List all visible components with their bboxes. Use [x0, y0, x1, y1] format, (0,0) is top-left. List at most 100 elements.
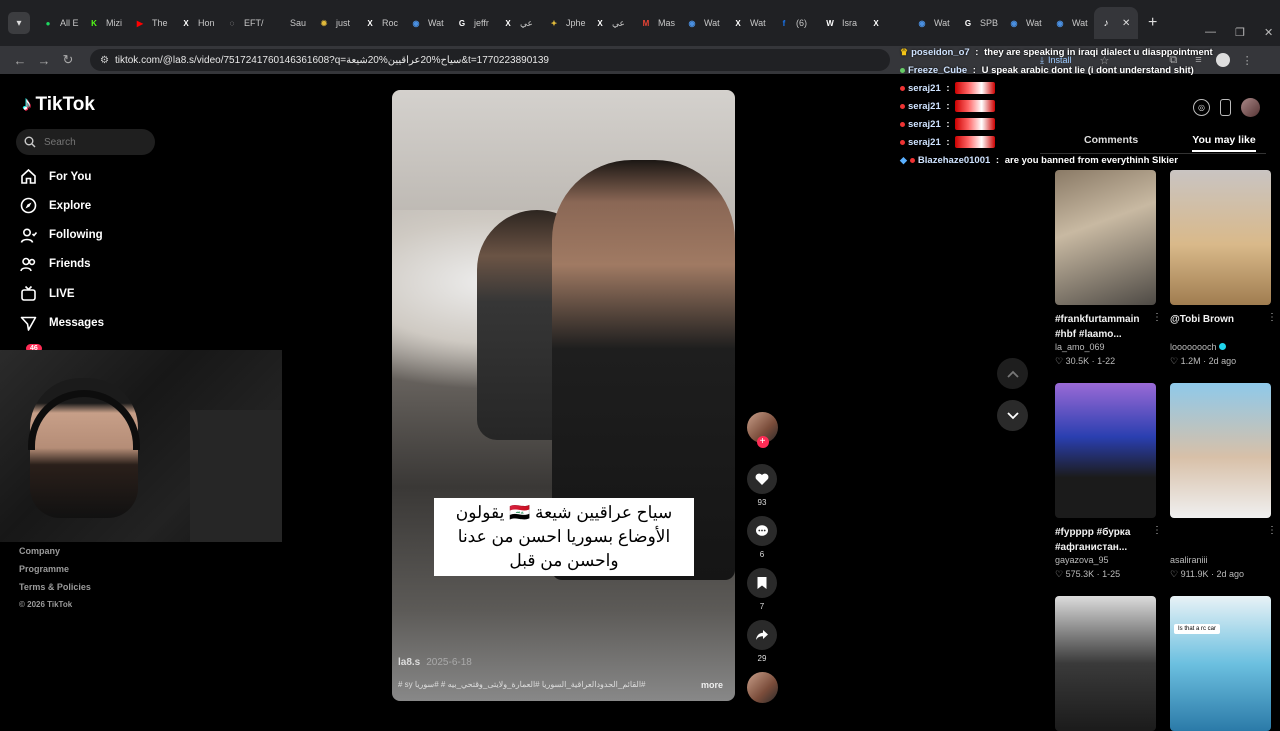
comment-button[interactable]: 6: [745, 516, 779, 559]
save-button[interactable]: 7: [745, 568, 779, 611]
more-options-icon[interactable]: ⋮: [1152, 525, 1162, 536]
browser-tab[interactable]: ● All E: [36, 7, 82, 39]
reload-icon[interactable]: ↻: [56, 52, 80, 68]
footer-company-link[interactable]: Company: [19, 542, 91, 560]
browser-tab[interactable]: G SPB: [956, 7, 1002, 39]
browser-tab[interactable]: X Wat: [726, 7, 772, 39]
browser-tab[interactable]: K Mizi: [82, 7, 128, 39]
browser-tab[interactable]: W Isra: [818, 7, 864, 39]
compass-icon: [20, 197, 37, 214]
share-button[interactable]: 29: [745, 620, 779, 663]
nav-item-following[interactable]: Following: [20, 227, 103, 244]
more-button[interactable]: more: [701, 680, 723, 690]
back-icon[interactable]: ←: [8, 53, 32, 68]
browser-tab[interactable]: ◉ Wat: [680, 7, 726, 39]
card-title[interactable]: [1170, 525, 1271, 555]
video-thumbnail[interactable]: [1170, 170, 1271, 305]
user-badge-icon: [900, 139, 905, 145]
chat-emote: [955, 82, 996, 94]
forward-icon[interactable]: →: [32, 53, 56, 68]
browser-tab[interactable]: ✦ Jphe: [542, 7, 588, 39]
video-thumbnail[interactable]: [1055, 170, 1156, 305]
minimize-icon[interactable]: —: [1205, 26, 1216, 38]
browser-tab[interactable]: f (6): [772, 7, 818, 39]
k-icon: K: [91, 18, 97, 28]
watch-icon: ◉: [918, 18, 926, 28]
browser-tab[interactable]: ▶ The: [128, 7, 174, 39]
follow-plus-icon[interactable]: +: [756, 436, 769, 448]
browser-tab[interactable]: ✹ just: [312, 7, 358, 39]
browser-tab[interactable]: Sau: [266, 7, 312, 39]
browser-tab[interactable]: X Hon: [174, 7, 220, 39]
browser-tab[interactable]: ◌ EFT/: [220, 7, 266, 39]
video-thumbnail[interactable]: Is that a rc car: [1170, 596, 1271, 731]
tiktok-logo[interactable]: ♪ TikTok: [22, 94, 95, 116]
browser-tab[interactable]: Gjeffr: [450, 7, 496, 39]
video-hashtags[interactable]: #القائم_الحدودالعراقية_السوريا #العمارة_…: [398, 680, 668, 689]
stream-chat-overlay: ♛ poseidon_o7 : they are speaking in iraq…: [900, 43, 1240, 169]
nav-item-explore[interactable]: Explore: [20, 197, 91, 214]
tab-search-button[interactable]: ▾: [8, 12, 30, 34]
browser-tab[interactable]: M Mas: [634, 7, 680, 39]
card-author[interactable]: loooooooch: [1170, 342, 1271, 352]
browser-menu-icon[interactable]: ⋮: [1242, 54, 1253, 67]
watch-icon: ◉: [1056, 18, 1064, 28]
new-tab-button[interactable]: +: [1148, 14, 1157, 32]
browser-tab[interactable]: ◉ Wat: [404, 7, 450, 39]
browser-tab[interactable]: ◉ Wat: [1048, 7, 1094, 39]
author-avatar-button[interactable]: +: [745, 412, 779, 448]
video-thumbnail[interactable]: [1055, 383, 1156, 518]
heart-outline-icon: ♡: [1055, 356, 1064, 366]
card-title[interactable]: @Tobi Brown: [1170, 312, 1271, 342]
more-options-icon[interactable]: ⋮: [1267, 312, 1277, 323]
maximize-icon[interactable]: ❐: [1235, 26, 1245, 39]
heart-outline-icon: ♡: [1170, 569, 1179, 579]
browser-tab[interactable]: X: [864, 7, 910, 39]
previous-video-button[interactable]: [997, 358, 1028, 389]
tab-tiktok-active[interactable]: ♪ ✕: [1094, 7, 1138, 39]
recommended-video-card[interactable]: [1055, 596, 1156, 731]
nav-item-live[interactable]: LIVE: [20, 285, 75, 302]
site-info-icon[interactable]: ⚙: [100, 55, 109, 66]
like-button[interactable]: 93: [745, 464, 779, 507]
browser-tab[interactable]: X Roc: [358, 7, 404, 39]
card-author[interactable]: la_amo_069: [1055, 342, 1156, 352]
recommended-video-card[interactable]: #frankfurtammain #hbf #laamo... la_amo_06…: [1055, 170, 1162, 367]
google-icon: G: [964, 18, 972, 28]
browser-tab[interactable]: ◉ Wat: [910, 7, 956, 39]
video-author[interactable]: la8.s 2025-6-18: [398, 657, 472, 668]
card-title[interactable]: #frankfurtammain #hbf #laamo...: [1055, 312, 1156, 342]
browser-tab[interactable]: ◉ Wat: [1002, 7, 1048, 39]
video-thumbnail[interactable]: [1055, 596, 1156, 731]
close-tab-icon[interactable]: ✕: [1122, 18, 1130, 29]
footer-programme-link[interactable]: Programme: [19, 560, 91, 578]
video-player[interactable]: سياح عراقيين شيعة 🇮🇶 يقولون الأوضاع بسور…: [392, 90, 735, 701]
user-avatar[interactable]: [1241, 98, 1260, 117]
nav-item-messages[interactable]: Messages: [20, 315, 104, 332]
recommended-video-card[interactable]: Is that a rc car: [1170, 596, 1271, 731]
chat-separator: :: [970, 64, 979, 76]
more-options-icon[interactable]: ⋮: [1267, 525, 1277, 536]
url-field[interactable]: ⚙ tiktok.com/@la8.s/video/75172417601463…: [90, 49, 890, 71]
recommended-video-card[interactable]: #fypppp #бурка #афганистан... gayazova_95…: [1055, 383, 1162, 580]
nav-item-friends[interactable]: Friends: [20, 256, 91, 273]
browser-tab[interactable]: X عي: [588, 7, 634, 39]
browser-tab[interactable]: X عي: [496, 7, 542, 39]
recommended-video-card[interactable]: @Tobi Brown loooooooch ♡ 1.2M · 2d ago ⋮: [1170, 170, 1277, 367]
video-thumbnail[interactable]: [1170, 383, 1271, 518]
more-options-icon[interactable]: ⋮: [1152, 312, 1162, 323]
music-disc-button[interactable]: [745, 672, 779, 703]
recommended-video-card[interactable]: asaliraniii ♡ 911.9K · 2d ago ⋮: [1170, 383, 1277, 580]
search-box[interactable]: [16, 129, 155, 155]
search-input[interactable]: [44, 136, 144, 148]
browser-tab-label: Isra: [842, 18, 858, 28]
url-text: tiktok.com/@la8.s/video/7517241760146361…: [114, 54, 549, 66]
footer-terms-link[interactable]: Terms & Policies: [19, 578, 91, 596]
card-author[interactable]: gayazova_95: [1055, 555, 1156, 565]
close-window-icon[interactable]: ✕: [1264, 26, 1273, 39]
next-video-button[interactable]: [997, 400, 1028, 431]
card-author[interactable]: asaliraniii: [1170, 555, 1271, 565]
nav-item-for-you[interactable]: For You: [20, 168, 91, 185]
browser-tab-label: عي: [520, 17, 533, 28]
card-title[interactable]: #fypppp #бурка #афганистан...: [1055, 525, 1156, 555]
